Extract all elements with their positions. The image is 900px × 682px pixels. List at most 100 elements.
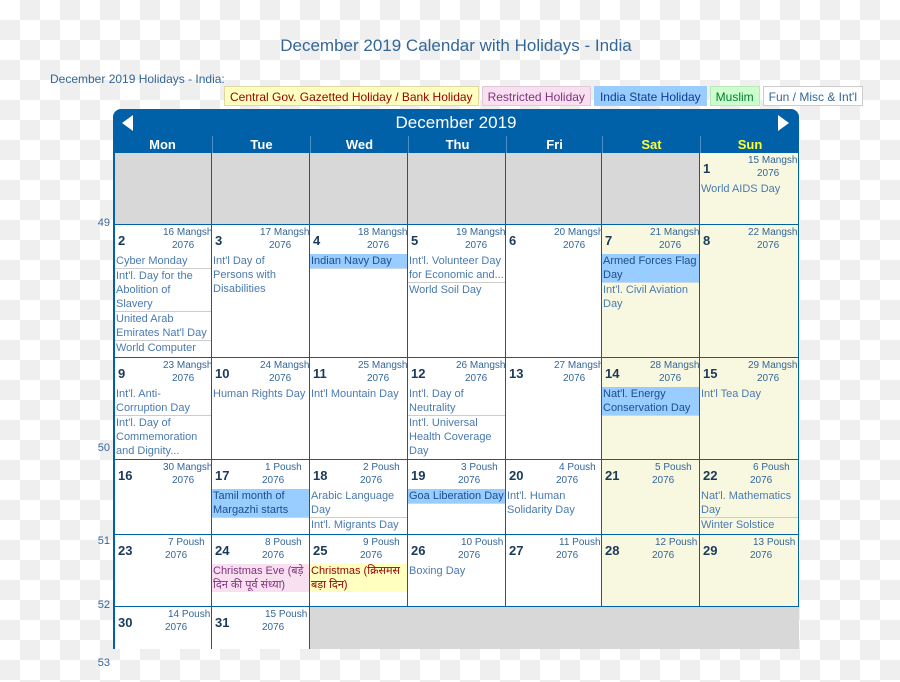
day-cell[interactable]: 13 27 Mangshir 2076	[506, 358, 601, 459]
day-number: 10	[215, 366, 230, 381]
holiday-event[interactable]: Armed Forces Flag Day	[602, 254, 699, 283]
holiday-event[interactable]: Arabic Language Day	[310, 489, 407, 518]
holiday-event[interactable]: Boxing Day	[408, 564, 505, 578]
day-cell[interactable]: 10 24 Mangshir 2076 Human Rights Day	[212, 358, 309, 459]
holiday-event[interactable]: Int'l. Civil Aviation Day	[602, 283, 699, 311]
holiday-event[interactable]: World AIDS Day	[700, 182, 798, 196]
nepali-day-month: 12 Poush	[655, 537, 698, 548]
holiday-event[interactable]: Int'l. Volunteer Day for Economic and...	[408, 254, 505, 283]
holiday-event[interactable]: Christmas (क्रिसमस बड़ा दिन)	[310, 564, 407, 592]
day-number: 24	[215, 543, 230, 558]
holiday-event[interactable]: Int'l Day of Persons with Disabilities	[212, 254, 309, 296]
nepali-day-month: 27 Mangshir	[554, 360, 601, 371]
day-cell[interactable]: 31 15 Poush 2076	[212, 607, 309, 649]
legend-fun-misc-intl[interactable]: Fun / Misc & Int'l	[762, 86, 863, 106]
day-cell[interactable]: 23 7 Poush 2076	[115, 535, 211, 606]
day-cell[interactable]: 24 8 Poush 2076 Christmas Eve (बड़े दिन की …	[212, 535, 309, 606]
day-cell[interactable]: 25 9 Poush 2076 Christmas (क्रिसमस बड़ा दिन…	[310, 535, 407, 606]
holiday-event[interactable]: Nat'l. Energy Conservation Day	[602, 387, 699, 416]
empty-day-cell	[212, 153, 309, 224]
nepali-date: 13 Poush 2076	[750, 536, 795, 562]
legend-muslim[interactable]: Muslim	[709, 86, 760, 106]
day-cell[interactable]: 6 20 Mangshir 2076	[506, 225, 601, 357]
day-cell[interactable]: 27 11 Poush 2076	[506, 535, 601, 606]
day-cell[interactable]: 30 14 Poush 2076	[115, 607, 211, 649]
holiday-event[interactable]: Goa Liberation Day	[408, 489, 505, 504]
day-cell[interactable]: 29 13 Poush 2076	[700, 535, 798, 606]
holiday-event[interactable]: Int'l Mountain Day	[310, 387, 407, 401]
calendar: December 2019 Mon Tue Wed Thu Fri Sat Su…	[113, 109, 799, 649]
empty-day-cell	[506, 153, 601, 224]
nepali-day-month: 15 Poush	[265, 609, 308, 620]
holiday-event[interactable]: Int'l. Day of Commemoration and Dignity.…	[115, 416, 211, 458]
day-number: 12	[411, 366, 426, 381]
nepali-year: 2076	[269, 240, 292, 251]
legend-gazetted-holiday[interactable]: Central Gov. Gazetted Holiday / Bank Hol…	[224, 86, 479, 106]
day-cell[interactable]: 26 10 Poush 2076 Boxing Day	[408, 535, 505, 606]
day-cell[interactable]: 8 22 Mangshir 2076	[700, 225, 798, 357]
day-cell[interactable]: 15 29 Mangshir 2076 Int'l Tea Day	[700, 358, 798, 459]
day-cell[interactable]: 1 15 Mangshir 2076 World AIDS Day	[700, 153, 798, 224]
day-cell[interactable]: 2 16 Mangshir 2076 Cyber MondayInt'l. Day f…	[115, 225, 211, 357]
holiday-event[interactable]: Int'l. Day of Neutrality	[408, 387, 505, 416]
day-cell[interactable]: 9 23 Mangshir 2076 Int'l. Anti-Corruption D…	[115, 358, 211, 459]
holiday-event[interactable]: Christmas Eve (बड़े दिन की पूर्व संध्या)	[212, 564, 309, 592]
day-cell[interactable]: 20 4 Poush 2076 Int'l. Human Solidarity Day	[506, 460, 601, 534]
nepali-year: 2076	[367, 240, 390, 251]
nepali-year: 2076	[360, 475, 383, 486]
nepali-year: 2076	[757, 240, 780, 251]
day-number: 4	[313, 233, 321, 248]
day-cell[interactable]: 17 1 Poush 2076 Tamil month of Margazhi sta…	[212, 460, 309, 534]
holiday-event[interactable]: Int'l. Day for the Abolition of Slavery	[115, 269, 211, 312]
day-cell[interactable]: 11 25 Mangshir 2076 Int'l Mountain Day	[310, 358, 407, 459]
nepali-year: 2076	[360, 550, 383, 561]
holiday-event[interactable]: Winter Solstice	[700, 518, 798, 532]
day-cell[interactable]: 5 19 Mangshir 2076 Int'l. Volunteer Day for…	[408, 225, 505, 357]
day-cell[interactable]: 19 3 Poush 2076 Goa Liberation Day	[408, 460, 505, 534]
day-cell[interactable]: 22 6 Poush 2076 Nat'l. Mathematics Day Winte…	[700, 460, 798, 534]
nepali-date: 11 Poush 2076	[556, 536, 601, 562]
day-number: 15	[703, 366, 718, 381]
nepali-year: 2076	[165, 550, 188, 561]
holiday-event[interactable]: Int'l. Migrants Day	[310, 518, 407, 532]
legend-state-holiday[interactable]: India State Holiday	[593, 86, 707, 106]
next-month-arrow-icon[interactable]	[778, 115, 789, 131]
nepali-year: 2076	[367, 373, 390, 384]
day-cell[interactable]: 12 26 Mangshir 2076 Int'l. Day of Neutralit…	[408, 358, 505, 459]
day-cell[interactable]: 21 5 Poush 2076	[602, 460, 699, 534]
holiday-event[interactable]: World Computer Literacy Day	[115, 341, 211, 357]
holiday-event[interactable]: Cyber Monday	[115, 254, 211, 269]
day-cell[interactable]: 18 2 Poush 2076 Arabic Language Day Int'l. M…	[310, 460, 407, 534]
holiday-event[interactable]: Int'l. Human Solidarity Day	[506, 489, 601, 517]
holiday-event[interactable]: Tamil month of Margazhi starts	[212, 489, 309, 518]
nepali-date: 27 Mangshir 2076	[554, 359, 601, 385]
nepali-day-month: 24 Mangshir	[260, 360, 309, 371]
day-cell[interactable]: 16 30 Mangshir 2076	[115, 460, 211, 534]
day-cell[interactable]: 7 21 Mangshir 2076 Armed Forces Flag DayInt…	[602, 225, 699, 357]
empty-day-cell	[602, 153, 699, 224]
nepali-year: 2076	[262, 550, 285, 561]
prev-month-arrow-icon[interactable]	[122, 115, 133, 131]
holiday-event[interactable]: Human Rights Day	[212, 387, 309, 401]
day-cell[interactable]: 3 17 Mangshir 2076 Int'l Day of Persons wit…	[212, 225, 309, 357]
holiday-event[interactable]: Int'l. Universal Health Coverage Day	[408, 416, 505, 458]
nepali-date: 6 Poush 2076	[750, 461, 790, 487]
day-cell[interactable]: 28 12 Poush 2076	[602, 535, 699, 606]
holiday-event[interactable]: Nat'l. Mathematics Day	[700, 489, 798, 518]
nepali-day-month: 17 Mangshir	[260, 227, 309, 238]
holiday-event[interactable]: Int'l Tea Day	[700, 387, 798, 401]
day-number: 17	[215, 468, 230, 483]
day-cell[interactable]: 4 18 Mangshir 2076 Indian Navy Day	[310, 225, 407, 357]
day-cell[interactable]: 14 28 Mangshir 2076 Nat'l. Energy Conservat…	[602, 358, 699, 459]
legend-restricted-holiday[interactable]: Restricted Holiday	[481, 86, 591, 106]
nepali-year: 2076	[458, 550, 481, 561]
nepali-date: 16 Mangshir 2076	[163, 226, 211, 252]
holiday-event[interactable]: Indian Navy Day	[310, 254, 407, 269]
holiday-event[interactable]: United Arab Emirates Nat'l Day	[115, 312, 211, 341]
holiday-event[interactable]: World Soil Day	[408, 283, 505, 297]
nepali-day-month: 7 Poush	[168, 537, 205, 548]
nepali-date: 26 Mangshir 2076	[456, 359, 505, 385]
day-number: 20	[509, 468, 524, 483]
holiday-event[interactable]: Int'l. Anti-Corruption Day	[115, 387, 211, 416]
nepali-date: 21 Mangshir 2076	[650, 226, 699, 252]
